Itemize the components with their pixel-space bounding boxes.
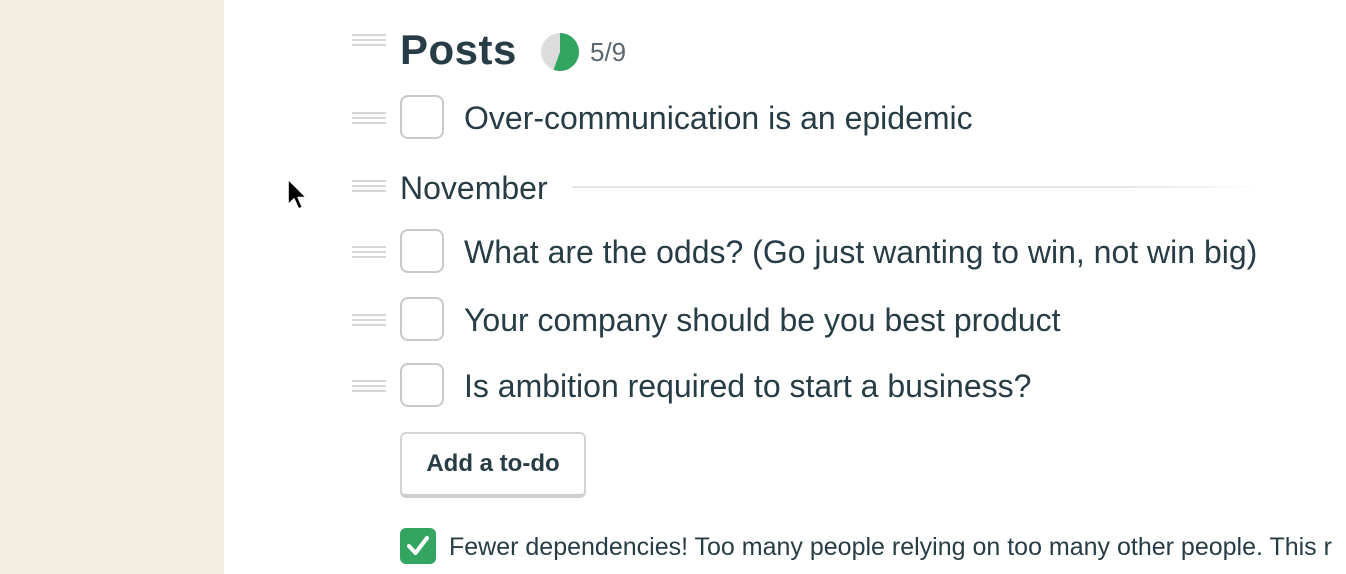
todo-item-text[interactable]: What are the odds? (Go just wanting to w…	[464, 232, 1257, 272]
todo-checkbox[interactable]	[400, 229, 444, 273]
drag-handle-icon[interactable]	[352, 246, 386, 260]
drag-handle-icon[interactable]	[352, 380, 386, 394]
drag-handle-icon[interactable]	[352, 34, 386, 48]
page: Posts 5/9 Over-communication is an epide…	[0, 0, 1346, 574]
list-title[interactable]: Posts	[400, 24, 517, 76]
todo-checkbox[interactable]	[400, 95, 444, 139]
todo-list-panel: Posts 5/9 Over-communication is an epide…	[224, 0, 1346, 574]
add-todo-button[interactable]: Add a to-do	[400, 432, 586, 498]
todo-item-text[interactable]: Over-communication is an epidemic	[464, 98, 973, 138]
todo-item-text[interactable]: Your company should be you best product	[464, 300, 1061, 340]
drag-handle-icon[interactable]	[352, 180, 386, 194]
drag-handle-icon[interactable]	[352, 112, 386, 126]
mouse-pointer-icon	[287, 178, 308, 210]
checkmark-icon	[407, 536, 429, 555]
drag-handle-icon[interactable]	[352, 314, 386, 328]
progress-count: 5/9	[590, 37, 627, 67]
progress-pie-icon	[541, 32, 580, 71]
todo-checkbox[interactable]	[400, 363, 444, 407]
todo-checkbox[interactable]	[400, 297, 444, 341]
sidebar	[0, 0, 224, 574]
completed-checkbox[interactable]	[400, 528, 436, 564]
todo-item-text[interactable]: Is ambition required to start a business…	[464, 366, 1031, 406]
group-divider	[572, 186, 1262, 188]
group-heading[interactable]: November	[400, 168, 548, 208]
completed-item-text[interactable]: Fewer dependencies! Too many people rely…	[449, 531, 1332, 563]
